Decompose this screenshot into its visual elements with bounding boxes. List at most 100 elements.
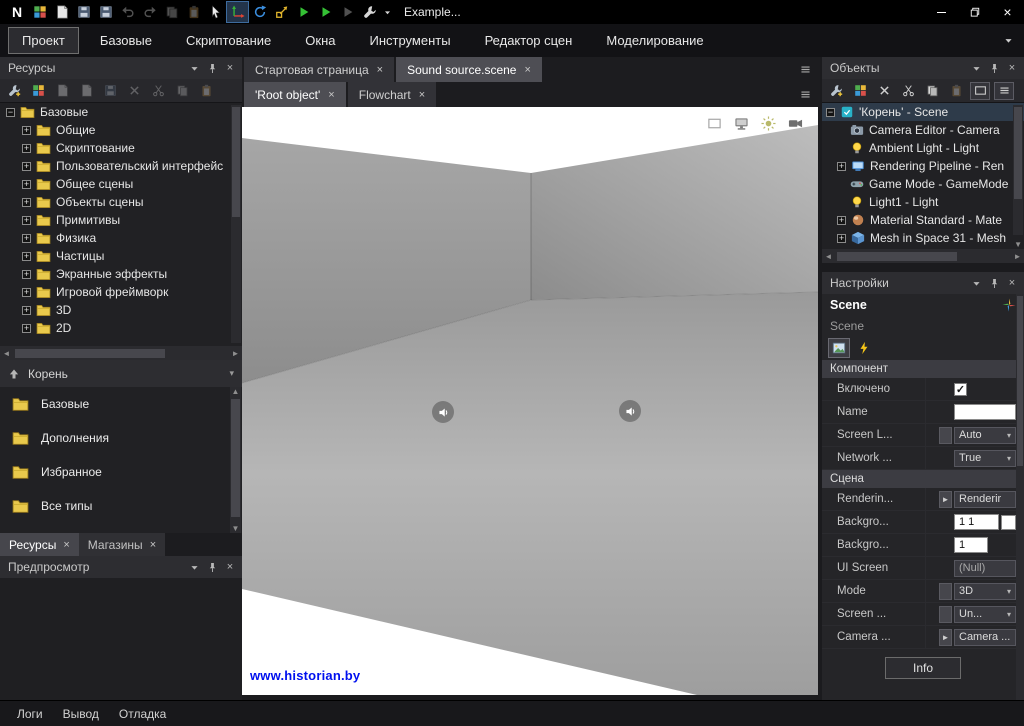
menu-modeling[interactable]: Моделирование (593, 28, 716, 53)
groups-vertical-scrollbar[interactable]: ▲ ▼ (230, 387, 241, 533)
expand-icon[interactable]: + (22, 198, 31, 207)
list-item[interactable]: Дополнения (0, 421, 242, 455)
tree-item[interactable]: +Пользовательский интерфейс (0, 157, 242, 175)
info-button[interactable]: Info (885, 657, 961, 679)
expand-property-icon[interactable]: ► (939, 629, 952, 646)
status-tab-output[interactable]: Вывод (54, 703, 108, 725)
color-swatch[interactable] (1001, 515, 1016, 530)
expand-icon[interactable]: + (22, 234, 31, 243)
panel-menu-icon[interactable] (967, 275, 985, 291)
import-icon[interactable] (76, 82, 96, 100)
list-item[interactable]: Избранное (0, 455, 242, 489)
expand-icon[interactable]: + (22, 324, 31, 333)
select-tool-icon[interactable] (205, 2, 226, 22)
network-select[interactable]: True▾ (954, 450, 1016, 467)
sound-source-gizmo[interactable] (432, 401, 454, 423)
paste-icon[interactable] (183, 2, 204, 22)
property-stub-button[interactable] (939, 583, 952, 600)
move-tool-icon[interactable] (227, 2, 248, 22)
close-tab-icon[interactable]: × (524, 64, 530, 76)
expand-icon[interactable]: + (22, 306, 31, 315)
screen-label-select[interactable]: Auto▾ (954, 427, 1016, 444)
list-item[interactable]: Базовые (0, 387, 242, 421)
scroll-up-icon[interactable]: ▲ (230, 387, 241, 396)
scale-tool-icon[interactable] (271, 2, 292, 22)
name-input[interactable] (954, 404, 1016, 420)
monitor-icon[interactable] (732, 115, 750, 131)
tab-resources[interactable]: Ресурсы× (0, 533, 79, 556)
list-view-icon[interactable] (994, 82, 1014, 100)
copy-icon[interactable] (161, 2, 182, 22)
build-tools-icon[interactable] (359, 2, 380, 22)
tree-vertical-scrollbar[interactable] (231, 105, 241, 343)
expand-icon[interactable]: + (22, 252, 31, 261)
close-tab-icon[interactable]: × (150, 539, 156, 551)
tree-item-root[interactable]: −'Корень' - Scene (822, 103, 1024, 121)
paste-resource-icon[interactable] (196, 82, 216, 100)
expand-icon[interactable]: + (22, 144, 31, 153)
panel-menu-icon[interactable] (185, 559, 203, 575)
display-rect-icon[interactable] (705, 115, 723, 131)
tree-item[interactable]: +Частицы (0, 247, 242, 265)
section-scene[interactable]: Сцена (822, 470, 1024, 488)
section-component[interactable]: Компонент (822, 360, 1024, 378)
tree-item[interactable]: +2D (0, 319, 242, 337)
paste-object-icon[interactable] (946, 82, 966, 100)
tree-item[interactable]: +Material Standard - Mate (822, 211, 1024, 229)
cut-icon[interactable] (148, 82, 168, 100)
view-mode-icon[interactable] (970, 82, 990, 100)
collapse-icon[interactable]: − (6, 108, 15, 117)
tree-item[interactable]: Game Mode - GameMode (822, 175, 1024, 193)
settings-vertical-scrollbar[interactable] (1016, 294, 1024, 700)
menu-scene-editor[interactable]: Редактор сцен (472, 28, 586, 53)
tree-item[interactable]: +Rendering Pipeline - Ren (822, 157, 1024, 175)
tree-item[interactable]: +Физика (0, 229, 242, 247)
status-tab-debug[interactable]: Отладка (110, 703, 175, 725)
watermark-link[interactable]: www.historian.by (250, 668, 360, 683)
tree-item[interactable]: Camera Editor - Camera (822, 121, 1024, 139)
save-resource-icon[interactable] (100, 82, 120, 100)
status-tab-logs[interactable]: Логи (8, 703, 52, 725)
delete-icon[interactable] (124, 82, 144, 100)
object-settings-icon[interactable] (826, 82, 846, 100)
pin-icon[interactable] (985, 60, 1003, 76)
tab-sound-source-scene[interactable]: Sound source.scene× (396, 57, 542, 82)
menu-basic[interactable]: Базовые (87, 28, 165, 53)
properties-tab-icon[interactable] (828, 338, 850, 358)
pin-icon[interactable] (203, 559, 221, 575)
ui-screen-ref[interactable]: (Null) (954, 560, 1016, 577)
background-color-value[interactable]: 1 1 (954, 514, 999, 530)
close-panel-icon[interactable]: × (1003, 275, 1021, 291)
close-panel-icon[interactable]: × (1003, 60, 1021, 76)
new-file-icon[interactable] (51, 2, 72, 22)
tab-list-icon[interactable] (799, 88, 812, 101)
menu-project[interactable]: Проект (8, 27, 79, 54)
panel-menu-icon[interactable] (185, 60, 203, 76)
close-tab-icon[interactable]: × (328, 89, 334, 101)
tab-start-page[interactable]: Стартовая страница× (244, 57, 394, 82)
redo-icon[interactable] (139, 2, 160, 22)
scroll-down-icon[interactable]: ▼ (1014, 240, 1022, 249)
tree-horizontal-scrollbar[interactable]: ◄ ► (0, 346, 242, 360)
breadcrumb[interactable]: Корень ▾ (0, 360, 242, 387)
close-button[interactable]: × (991, 0, 1024, 24)
rendering-pipeline-ref[interactable]: Renderir (954, 491, 1016, 508)
property-stub-button[interactable] (939, 427, 952, 444)
collapse-icon[interactable]: − (826, 108, 835, 117)
pin-icon[interactable] (203, 60, 221, 76)
expand-property-icon[interactable]: ► (939, 491, 952, 508)
breadcrumb-dropdown-icon[interactable]: ▾ (229, 368, 234, 379)
new-doc-icon[interactable] (52, 82, 72, 100)
expand-icon[interactable]: + (22, 180, 31, 189)
enabled-checkbox[interactable]: ✓ (954, 383, 967, 396)
copy-resource-icon[interactable] (172, 82, 192, 100)
menu-windows[interactable]: Окна (292, 28, 348, 53)
menu-scripting[interactable]: Скриптование (173, 28, 284, 53)
objects-vertical-scrollbar[interactable] (1013, 105, 1023, 235)
menu-overflow-icon[interactable] (1003, 35, 1014, 46)
objects-horizontal-scrollbar[interactable]: ◄ ► (822, 249, 1024, 263)
tree-item[interactable]: −Базовые (0, 103, 242, 121)
close-tab-icon[interactable]: × (63, 539, 69, 551)
tree-item[interactable]: +Mesh in Space 31 - Mesh (822, 229, 1024, 247)
viewport-3d[interactable]: www.historian.by (242, 107, 818, 695)
